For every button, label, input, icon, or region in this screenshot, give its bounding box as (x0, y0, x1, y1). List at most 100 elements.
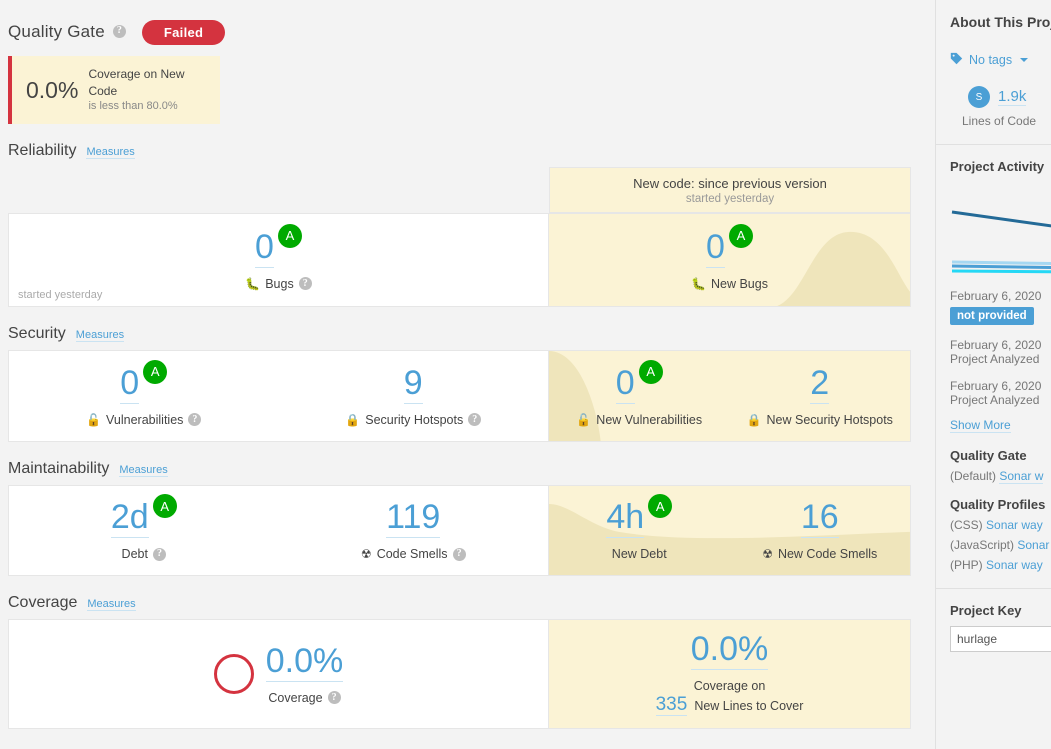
measure-label: New Debt (612, 547, 667, 561)
condition-detail: is less than 80.0% (88, 99, 178, 112)
sparkline-svg (951, 210, 1051, 274)
measure-new-debt: 4h A New Debt (549, 494, 730, 565)
measure-list: 0 A 🔓 New Vulnerabilities 2 🔒 New Securi… (549, 359, 910, 431)
quality-gate-header: Quality Gate ? Failed (0, 0, 935, 46)
rating-badge[interactable]: A (152, 494, 177, 518)
value-row: 0 A (615, 359, 663, 404)
measure-value[interactable]: 2d (110, 500, 149, 538)
measure-new-bugs: 0 A 🐛 New Bugs (549, 223, 910, 295)
section-title: Coverage (8, 594, 78, 611)
project-key-block: Project Key (950, 603, 1051, 652)
quality-gate-link[interactable]: Sonar w (999, 469, 1044, 484)
divider (936, 144, 1051, 145)
measure-label-text: Coverage (268, 690, 323, 705)
profile-language: (PHP) (950, 558, 983, 572)
project-activity-title: Project Activity (950, 159, 1045, 174)
lines-of-code-value[interactable]: 1.9k (998, 88, 1027, 106)
event-version-badge: not provided (950, 307, 1034, 325)
measure-label-text: Bugs (265, 276, 294, 291)
measure-value[interactable]: 0 (706, 230, 725, 268)
rating-badge[interactable]: A (728, 223, 753, 248)
tag-icon (950, 52, 963, 68)
section-title: Security (8, 325, 66, 342)
measures-link[interactable]: Measures (75, 329, 125, 342)
rating-badge[interactable]: A (638, 359, 663, 384)
measure-label: 🔒 Security Hotspots ? (345, 413, 482, 427)
measure-list: 0 A 🔓 Vulnerabilities ? 9 🔒 Security Hot… (9, 359, 548, 431)
measure-value[interactable]: 0.0% (690, 632, 769, 671)
activity-sparkline-chart[interactable] (950, 184, 1051, 276)
new-code-subtitle: started yesterday (685, 193, 775, 205)
measure-value[interactable]: 16 (800, 500, 839, 538)
new-code-panel: 0.0% Coverage on 335 New Lines to Cover (549, 619, 911, 729)
measure-new-coverage: 0.0% Coverage on 335 New Lines to Cover (549, 628, 910, 720)
help-icon[interactable]: ? (327, 691, 341, 704)
help-icon[interactable]: ? (468, 413, 482, 426)
quality-gate-condition[interactable]: 0.0% Coverage on New Code is less than 8… (8, 56, 220, 124)
rating-badge[interactable]: A (648, 494, 673, 518)
value-row: 9 (403, 366, 423, 404)
measure-list: 0 A 🐛 New Bugs (549, 223, 910, 295)
value-row: 2d A (110, 494, 177, 538)
lines-of-code-label: Lines of Code (962, 114, 1037, 128)
rating-badge[interactable]: A (143, 359, 168, 384)
help-icon[interactable]: ? (298, 277, 312, 290)
show-more-link[interactable]: Show More (950, 418, 1011, 433)
profile-language: (CSS) (950, 518, 983, 532)
section-coverage: Coverage Measures 0.0% Coverage ? 0.0% C… (0, 594, 935, 729)
section-header: Reliability Measures (0, 142, 935, 160)
help-icon[interactable]: ? (152, 547, 166, 561)
section-maintainability: Maintainability Measures 2d A Debt ? 119… (0, 460, 935, 576)
tags-label: No tags (969, 53, 1013, 67)
measure-value[interactable]: 0 (120, 366, 140, 404)
measure-value[interactable]: 9 (403, 366, 423, 404)
quality-profiles-block: Quality Profiles (CSS) Sonar way (JavaSc… (950, 497, 1051, 572)
quality-gate-block: Quality Gate (Default) Sonar w (950, 448, 1051, 484)
profile-language: (JavaScript) (950, 538, 1015, 552)
rating-badge[interactable]: A (277, 223, 302, 248)
new-lines-count[interactable]: 335 (655, 695, 688, 716)
project-activity-block: Project Activity February 6, 2020 not pr… (950, 159, 1051, 434)
measure-value[interactable]: 119 (386, 500, 441, 538)
measures-link[interactable]: Measures (86, 146, 135, 159)
profile-link[interactable]: Sonar way (986, 518, 1043, 532)
value-row: 0 A (120, 359, 168, 404)
measures-link[interactable]: Measures (119, 464, 168, 477)
profile-link[interactable]: Sonar way (986, 558, 1043, 572)
new-lines-label: New Lines to Cover (694, 698, 804, 713)
measure-value[interactable]: 0 (615, 366, 635, 404)
measure-value[interactable]: 4h (606, 500, 645, 538)
section-security: Security Measures 0 A 🔓 Vulnerabilities … (0, 325, 935, 442)
measure-label-text: New Vulnerabilities (596, 412, 703, 427)
tags-selector[interactable]: No tags (950, 52, 1051, 68)
activity-event: February 6, 2020 Project Analyzed (950, 338, 1051, 366)
measure-value[interactable]: 0 (255, 230, 274, 268)
condition-value: 0.0% (26, 76, 79, 103)
coverage-measure: 0.0% Coverage ? (9, 640, 548, 709)
quality-gate-sidebar-title: Quality Gate (950, 448, 1027, 463)
help-icon[interactable]: ? (112, 24, 126, 38)
measure-value[interactable]: 0.0% (265, 644, 344, 682)
measure-label-text: Debt (121, 547, 148, 561)
profile-link[interactable]: Sonar (1017, 538, 1049, 552)
event-type: Project Analyzed (950, 393, 1040, 407)
event-date: February 6, 2020 (950, 379, 1042, 393)
chevron-down-icon (1020, 58, 1029, 62)
help-icon[interactable]: ? (452, 547, 466, 561)
measures-link[interactable]: Measures (87, 598, 136, 611)
measure-label: 🐛 Bugs ? (245, 276, 312, 291)
measure-list: 0 A 🐛 Bugs ? (9, 223, 548, 295)
help-icon[interactable]: ? (188, 413, 202, 426)
measure-list: 0.0% Coverage on 335 New Lines to Cover (549, 628, 910, 720)
project-key-input[interactable] (950, 626, 1051, 652)
quality-profile-row: (JavaScript) Sonar (950, 538, 1051, 552)
value-row: 0 A (706, 223, 753, 268)
new-code-panel: 4h A New Debt 16 ☢ New Code Smells (549, 485, 911, 576)
lines-of-code-measure: S 1.9k (950, 86, 1051, 108)
quality-gate-title: Quality Gate (8, 22, 105, 41)
measure-value[interactable]: 2 (810, 366, 830, 404)
measure-vulnerabilities: 0 A 🔓 Vulnerabilities ? (9, 359, 279, 431)
value-row: 0.0% (690, 632, 769, 671)
new-lines-block: Coverage on 335 New Lines to Cover (655, 670, 804, 716)
section-header: Security Measures (0, 325, 935, 343)
